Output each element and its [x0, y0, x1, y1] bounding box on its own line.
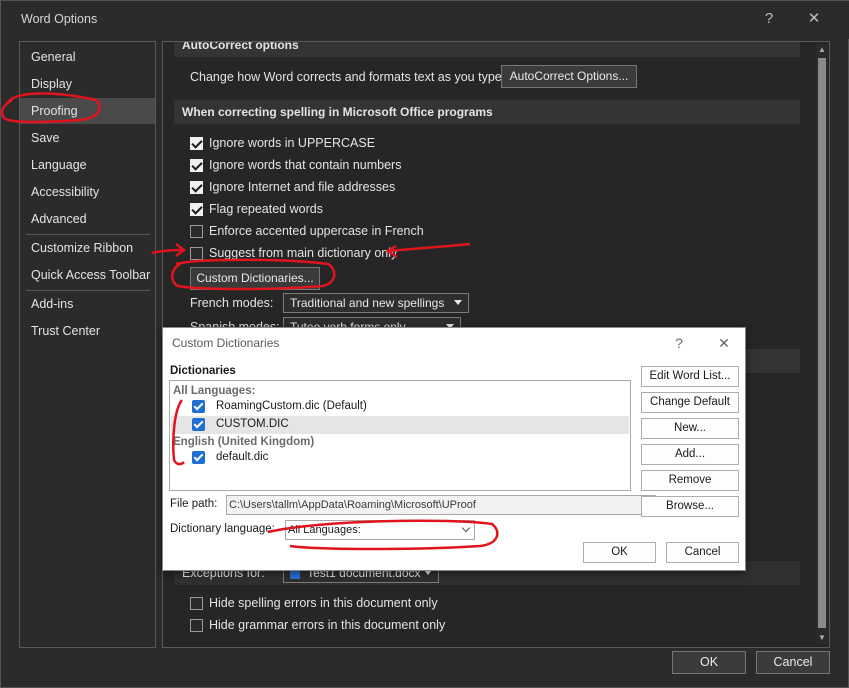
- dictionary-list[interactable]: All Languages: RoamingCustom.dic (Defaul…: [169, 380, 631, 491]
- option-label: Ignore Internet and file addresses: [209, 180, 396, 194]
- option-label: Ignore words in UPPERCASE: [209, 136, 376, 150]
- help-button[interactable]: ?: [758, 9, 780, 29]
- section-header-autocorrect: AutoCorrect options: [174, 42, 800, 57]
- checkbox-enforce-accented[interactable]: [190, 225, 203, 238]
- browse-button[interactable]: Browse...: [641, 496, 739, 517]
- cancel-button[interactable]: Cancel: [756, 651, 830, 674]
- edit-word-list-button[interactable]: Edit Word List...: [641, 366, 739, 387]
- checkbox-ignore-internet[interactable]: [190, 181, 203, 194]
- dictionary-name: CUSTOM.DIC: [216, 418, 289, 430]
- sidebar-item-display[interactable]: Display: [20, 71, 155, 97]
- dictionary-language-select[interactable]: All Languages:: [285, 520, 475, 540]
- checkbox-default-dic[interactable]: [192, 451, 205, 464]
- dictionary-name: default.dic: [216, 451, 269, 463]
- close-icon[interactable]: ✕: [803, 9, 825, 29]
- option-label: Hide grammar errors in this document onl…: [209, 618, 446, 632]
- remove-button[interactable]: Remove: [641, 470, 739, 491]
- file-path-field: C:\Users\tallm\AppData\Roaming\Microsoft…: [226, 495, 656, 515]
- dialog-title: Custom Dictionaries: [172, 336, 280, 350]
- option-label: Hide spelling errors in this document on…: [209, 596, 438, 610]
- checkbox-ignore-numbers[interactable]: [190, 159, 203, 172]
- sidebar-item-save[interactable]: Save: [20, 125, 155, 151]
- sidebar-item-add-ins[interactable]: Add-ins: [20, 291, 155, 317]
- checkbox-roamingcustom[interactable]: [192, 400, 205, 413]
- list-group-all-languages: All Languages:: [173, 385, 256, 397]
- sidebar-item-customize-ribbon[interactable]: Customize Ribbon: [20, 235, 155, 261]
- section-header-spelling: When correcting spelling in Microsoft Of…: [174, 100, 800, 124]
- dictionary-name: RoamingCustom.dic (Default): [216, 400, 367, 412]
- option-label: Suggest from main dictionary only: [209, 246, 398, 260]
- checkbox-flag-repeated[interactable]: [190, 203, 203, 216]
- checkbox-custom-dic[interactable]: [192, 418, 205, 431]
- scroll-down-icon[interactable]: ▼: [816, 632, 828, 644]
- option-label: Ignore words that contain numbers: [209, 158, 402, 172]
- file-path-label: File path:: [170, 498, 218, 510]
- add-button[interactable]: Add...: [641, 444, 739, 465]
- option-label: Flag repeated words: [209, 202, 323, 216]
- dialog-ok-button[interactable]: OK: [583, 542, 656, 563]
- checkbox-hide-grammar[interactable]: [190, 619, 203, 632]
- scroll-up-icon[interactable]: ▲: [816, 44, 828, 56]
- ok-button[interactable]: OK: [672, 651, 746, 674]
- sidebar-item-general[interactable]: General: [20, 44, 155, 70]
- french-modes-select[interactable]: Traditional and new spellings: [283, 293, 469, 313]
- dictionary-language-label: Dictionary language:: [170, 523, 275, 535]
- dialog-close-icon[interactable]: ✕: [714, 334, 734, 352]
- title-bar: Word Options ? ✕: [1, 1, 849, 39]
- custom-dictionaries-button[interactable]: Custom Dictionaries...: [190, 267, 320, 290]
- dialog-help-button[interactable]: ?: [669, 334, 689, 352]
- sidebar: General Display Proofing Save Language A…: [19, 41, 156, 648]
- autocorrect-description: Change how Word corrects and formats tex…: [190, 70, 506, 84]
- sidebar-item-accessibility[interactable]: Accessibility: [20, 179, 155, 205]
- scrollbar[interactable]: ▲ ▼: [816, 44, 828, 644]
- list-item[interactable]: RoamingCustom.dic (Default): [171, 398, 629, 416]
- window-title: Word Options: [21, 12, 98, 26]
- scroll-thumb[interactable]: [818, 58, 826, 628]
- sidebar-item-proofing[interactable]: Proofing: [20, 98, 155, 124]
- select-value: All Languages:: [288, 524, 361, 536]
- sidebar-item-advanced[interactable]: Advanced: [20, 206, 155, 232]
- list-item[interactable]: CUSTOM.DIC: [171, 416, 629, 434]
- sidebar-item-trust-center[interactable]: Trust Center: [20, 318, 155, 344]
- checkbox-suggest-main-dictionary[interactable]: [190, 247, 203, 260]
- sidebar-item-quick-access-toolbar[interactable]: Quick Access Toolbar: [20, 262, 155, 288]
- autocorrect-options-button[interactable]: AutoCorrect Options...: [501, 65, 637, 88]
- chevron-down-icon: [461, 523, 471, 533]
- sidebar-item-language[interactable]: Language: [20, 152, 155, 178]
- option-label: Enforce accented uppercase in French: [209, 224, 424, 238]
- custom-dictionaries-dialog: Custom Dictionaries ? ✕ Dictionaries All…: [162, 327, 746, 571]
- list-group-english-uk: English (United Kingdom): [173, 436, 315, 448]
- select-value: Traditional and new spellings: [290, 296, 445, 310]
- checkbox-hide-spelling[interactable]: [190, 597, 203, 610]
- chevron-down-icon: [454, 300, 462, 305]
- list-item[interactable]: default.dic: [171, 449, 629, 467]
- dialog-cancel-button[interactable]: Cancel: [666, 542, 739, 563]
- checkbox-ignore-uppercase[interactable]: [190, 137, 203, 150]
- change-default-button[interactable]: Change Default: [641, 392, 739, 413]
- french-modes-label: French modes:: [190, 296, 274, 310]
- new-button[interactable]: New...: [641, 418, 739, 439]
- dictionaries-label: Dictionaries: [170, 365, 236, 377]
